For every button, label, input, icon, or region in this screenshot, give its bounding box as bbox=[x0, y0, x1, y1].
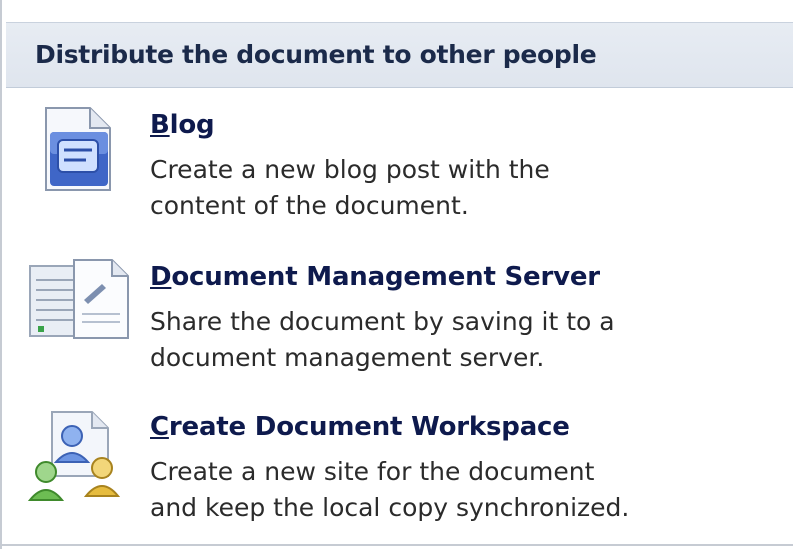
accelerator-key: D bbox=[150, 262, 172, 292]
description-line: content of the document. bbox=[150, 191, 469, 220]
panel-top-strip bbox=[2, 0, 793, 22]
title-rest: log bbox=[169, 110, 215, 140]
description-line: and keep the local copy synchronized. bbox=[150, 493, 630, 522]
menu-item-blog[interactable]: Blog Create a new blog post with the con… bbox=[6, 100, 793, 230]
description-line: Create a new site for the document bbox=[150, 457, 595, 486]
description-line: document management server. bbox=[150, 343, 545, 372]
menu-item-blog-title: Blog bbox=[150, 110, 215, 140]
accelerator-key: C bbox=[150, 412, 169, 442]
accelerator-key: B bbox=[150, 110, 170, 140]
menu-item-workspace-description: Create a new site for the document and k… bbox=[150, 454, 780, 526]
publish-menu-panel: Distribute the document to other people … bbox=[0, 0, 793, 549]
menu-item-dms-title: Document Management Server bbox=[150, 262, 600, 292]
section-title: Distribute the document to other people bbox=[35, 40, 597, 69]
panel-left-border bbox=[0, 0, 2, 549]
blog-document-icon bbox=[36, 106, 122, 192]
menu-item-workspace-title: Create Document Workspace bbox=[150, 412, 570, 442]
menu-section-header: Distribute the document to other people bbox=[6, 22, 793, 88]
description-line: Create a new blog post with the bbox=[150, 155, 550, 184]
menu-item-create-document-workspace[interactable]: Create Document Workspace Create a new s… bbox=[6, 400, 793, 540]
document-workspace-people-icon bbox=[27, 406, 132, 506]
title-rest: ocument Management Server bbox=[171, 262, 600, 292]
description-line: Share the document by saving it to a bbox=[150, 307, 615, 336]
title-rest: reate Document Workspace bbox=[168, 412, 570, 442]
menu-item-document-management-server[interactable]: Document Management Server Share the doc… bbox=[6, 250, 793, 380]
menu-item-dms-description: Share the document by saving it to a doc… bbox=[150, 304, 780, 376]
panel-bottom-border bbox=[2, 544, 793, 546]
document-management-server-icon bbox=[28, 256, 132, 342]
menu-item-blog-description: Create a new blog post with the content … bbox=[150, 152, 780, 224]
